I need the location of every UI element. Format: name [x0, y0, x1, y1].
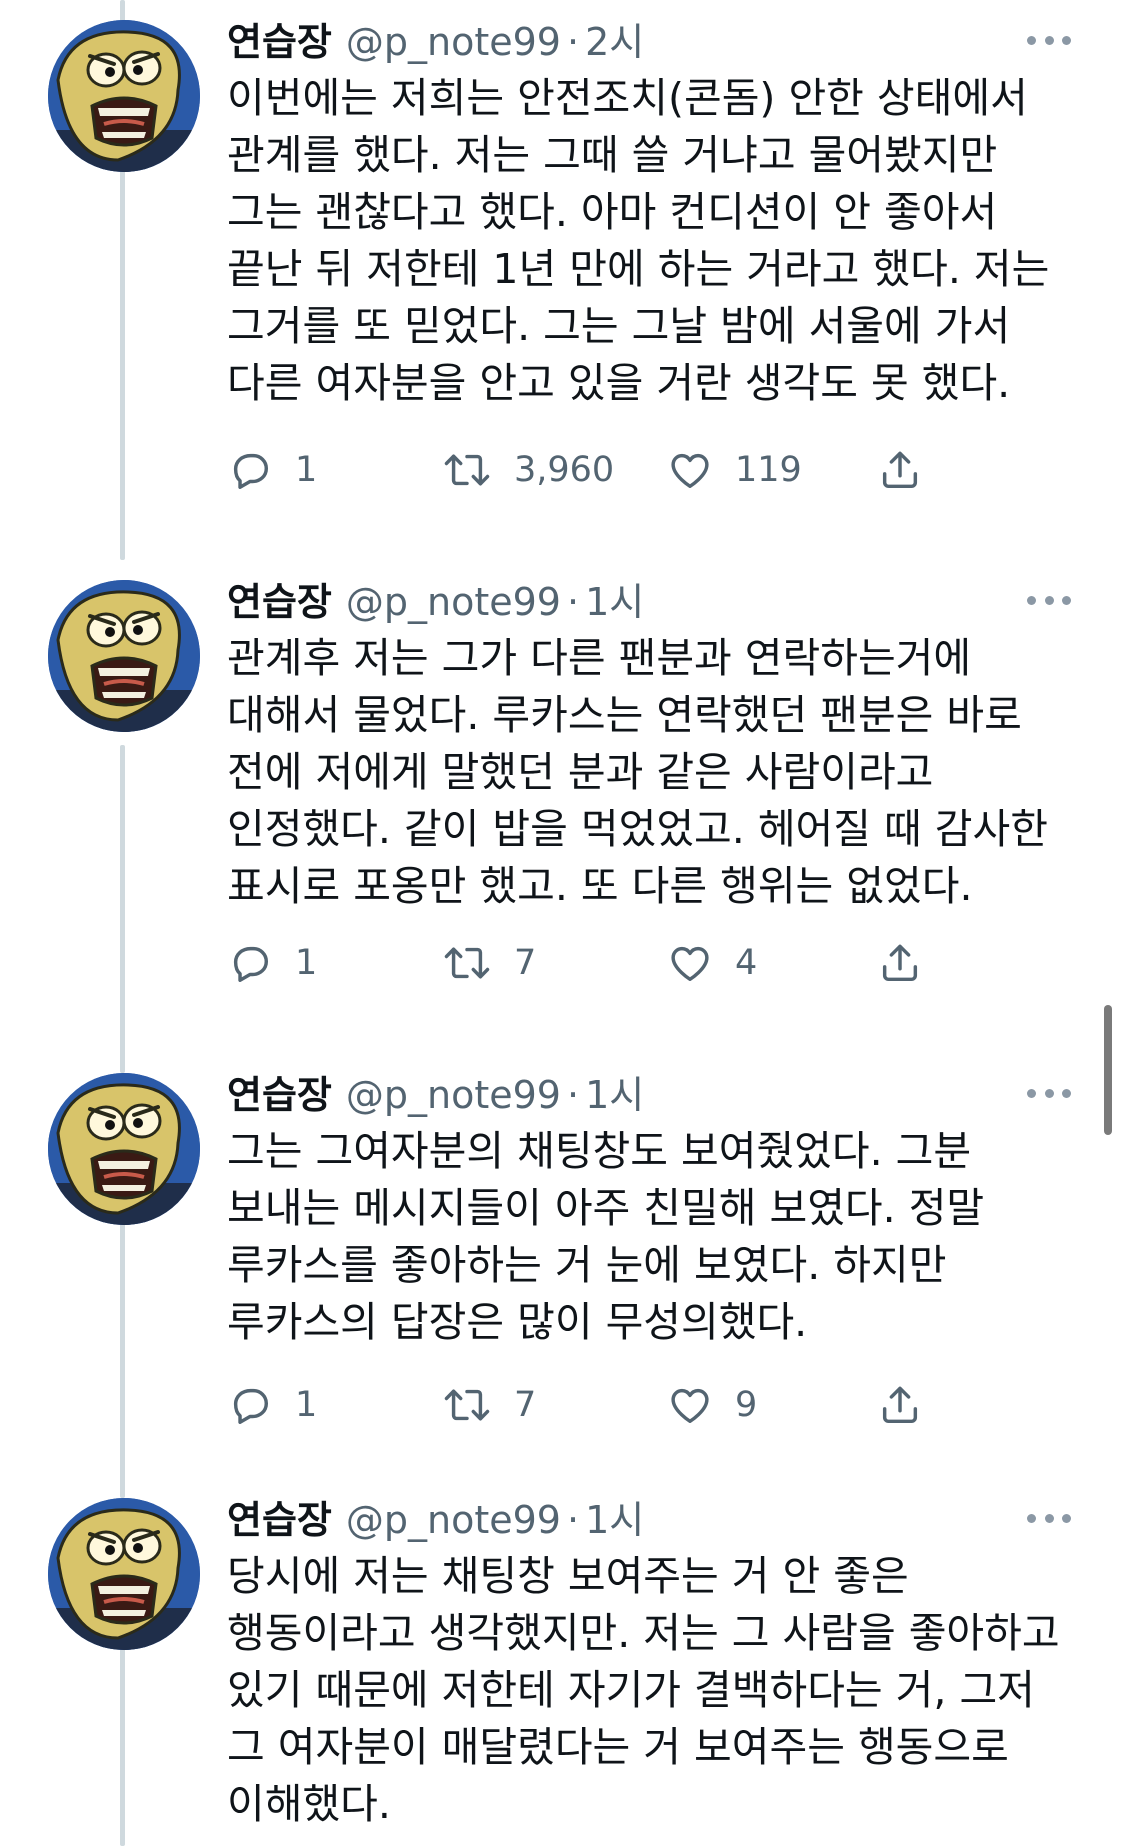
share-button[interactable] [877, 440, 923, 500]
heart-icon [667, 447, 713, 493]
scrollbar[interactable] [1104, 1005, 1112, 1135]
like-button[interactable]: 4 [667, 933, 757, 993]
retweet-button[interactable]: 3,960 [442, 440, 614, 500]
tweet-text: 관계후 저는 그가 다른 팬분과 연락하는거에 대해서 물었다. 루카스는 연락… [227, 634, 1048, 910]
tweet-text: 이번에는 저희는 안전조치(콘돔) 안한 상태에서 관계를 했다. 저는 그때 … [227, 74, 1050, 407]
tweet[interactable]: 연습장 @p_note99 · 1시 관계후 저는 그가 다른 팬분과 연락하는… [0, 560, 1125, 1040]
avatar[interactable] [48, 1498, 200, 1650]
thread-timeline: 연습장 @p_note99 · 2시 이번에는 저희는 안전조치(콘돔) 안한 … [0, 0, 1125, 1846]
author-name[interactable]: 연습장 [227, 12, 332, 72]
separator: · [566, 1498, 580, 1542]
tweet-time[interactable]: 2시 [585, 12, 644, 72]
tweet-header: 연습장 @p_note99 · 1시 [227, 1065, 644, 1125]
share-icon [877, 447, 923, 493]
more-icon[interactable] [1027, 30, 1071, 50]
retweet-count: 7 [514, 943, 537, 983]
reply-icon [227, 940, 273, 986]
like-count: 119 [735, 450, 802, 490]
tweet[interactable]: 연습장 @p_note99 · 1시 그는 그여자분의 채팅창도 보여줬었다. … [0, 1053, 1125, 1473]
retweet-button[interactable]: 7 [442, 933, 536, 993]
tweet-time[interactable]: 1시 [585, 1490, 644, 1550]
avatar[interactable] [48, 20, 200, 172]
reply-button[interactable]: 1 [227, 933, 317, 993]
retweet-count: 7 [514, 1385, 537, 1425]
retweet-icon [442, 940, 492, 986]
reply-count: 1 [295, 943, 318, 983]
retweet-button[interactable]: 7 [442, 1375, 536, 1435]
tweet-text: 당시에 저는 채팅창 보여주는 거 안 좋은 행동이라고 생각했지만. 저는 그… [227, 1552, 1060, 1828]
like-count: 9 [735, 1385, 758, 1425]
tweet[interactable]: 연습장 @p_note99 · 1시 당시에 저는 채팅창 보여주는 거 안 좋… [0, 1478, 1125, 1846]
like-count: 4 [735, 943, 758, 983]
more-icon[interactable] [1027, 1083, 1071, 1103]
author-handle[interactable]: @p_note99 [346, 1490, 561, 1550]
share-icon [877, 940, 923, 986]
separator: · [566, 20, 580, 64]
tweet[interactable]: 연습장 @p_note99 · 2시 이번에는 저희는 안전조치(콘돔) 안한 … [0, 0, 1125, 520]
tweet-header: 연습장 @p_note99 · 1시 [227, 1490, 644, 1550]
share-icon [877, 1382, 923, 1428]
tweet-actions: 1 7 9 [227, 1375, 967, 1435]
reply-button[interactable]: 1 [227, 440, 317, 500]
separator: · [566, 1073, 580, 1117]
author-handle[interactable]: @p_note99 [346, 1065, 561, 1125]
avatar[interactable] [48, 1073, 200, 1225]
tweet-actions: 1 3,960 119 [227, 440, 967, 500]
reply-button[interactable]: 1 [227, 1375, 317, 1435]
more-icon[interactable] [1027, 1508, 1071, 1528]
heart-icon [667, 1382, 713, 1428]
author-handle[interactable]: @p_note99 [346, 12, 561, 72]
author-handle[interactable]: @p_note99 [346, 572, 561, 632]
tweet-header: 연습장 @p_note99 · 1시 [227, 572, 644, 632]
author-name[interactable]: 연습장 [227, 1490, 332, 1550]
tweet-actions: 1 7 4 [227, 933, 967, 993]
separator: · [566, 580, 580, 624]
retweet-icon [442, 447, 492, 493]
reply-icon [227, 447, 273, 493]
reply-count: 1 [295, 1385, 318, 1425]
like-button[interactable]: 9 [667, 1375, 757, 1435]
heart-icon [667, 940, 713, 986]
reply-icon [227, 1382, 273, 1428]
like-button[interactable]: 119 [667, 440, 802, 500]
share-button[interactable] [877, 1375, 923, 1435]
tweet-text: 그는 그여자분의 채팅창도 보여줬었다. 그분 보내는 메시지들이 아주 친밀해… [227, 1127, 985, 1346]
retweet-count: 3,960 [514, 450, 615, 490]
share-button[interactable] [877, 933, 923, 993]
tweet-header: 연습장 @p_note99 · 2시 [227, 12, 644, 72]
reply-count: 1 [295, 450, 318, 490]
more-icon[interactable] [1027, 590, 1071, 610]
author-name[interactable]: 연습장 [227, 1065, 332, 1125]
author-name[interactable]: 연습장 [227, 572, 332, 632]
tweet-time[interactable]: 1시 [585, 1065, 644, 1125]
avatar[interactable] [48, 580, 200, 732]
tweet-time[interactable]: 1시 [585, 572, 644, 632]
retweet-icon [442, 1382, 492, 1428]
